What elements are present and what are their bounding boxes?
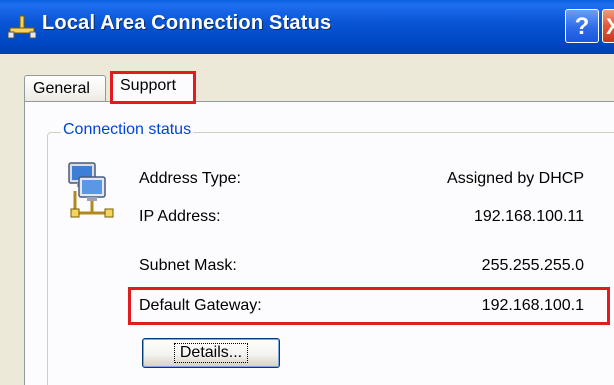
network-connection-icon — [68, 162, 114, 218]
close-button[interactable]: X — [602, 9, 614, 43]
connection-status-window: Local Area Connection Status ? X General… — [0, 0, 614, 385]
default-gateway-label: Default Gateway: — [139, 297, 262, 314]
subnet-mask-label: Subnet Mask: — [139, 257, 237, 274]
address-type-value: Assigned by DHCP — [447, 170, 584, 187]
network-connection-title-icon — [8, 15, 36, 39]
window-title: Local Area Connection Status — [42, 12, 332, 34]
subnet-mask-value: 255.255.255.0 — [481, 257, 584, 274]
tab-strip: General — [0, 54, 614, 103]
tab-support[interactable]: Support — [110, 71, 196, 104]
connection-status-group-title: Connection status — [61, 121, 194, 139]
title-bar[interactable]: Local Area Connection Status ? X — [0, 0, 614, 54]
details-button-label: Details... — [173, 343, 249, 363]
default-gateway-value: 192.168.100.1 — [481, 297, 584, 314]
help-button[interactable]: ? — [565, 9, 599, 43]
support-tab-page: Connection status Address Type: Assigned… — [24, 101, 614, 385]
tab-general[interactable]: General — [24, 75, 106, 103]
ip-address-label: IP Address: — [139, 208, 221, 225]
ip-address-value: 192.168.100.11 — [473, 208, 584, 225]
address-type-label: Address Type: — [139, 170, 241, 187]
details-button[interactable]: Details... — [142, 338, 280, 368]
